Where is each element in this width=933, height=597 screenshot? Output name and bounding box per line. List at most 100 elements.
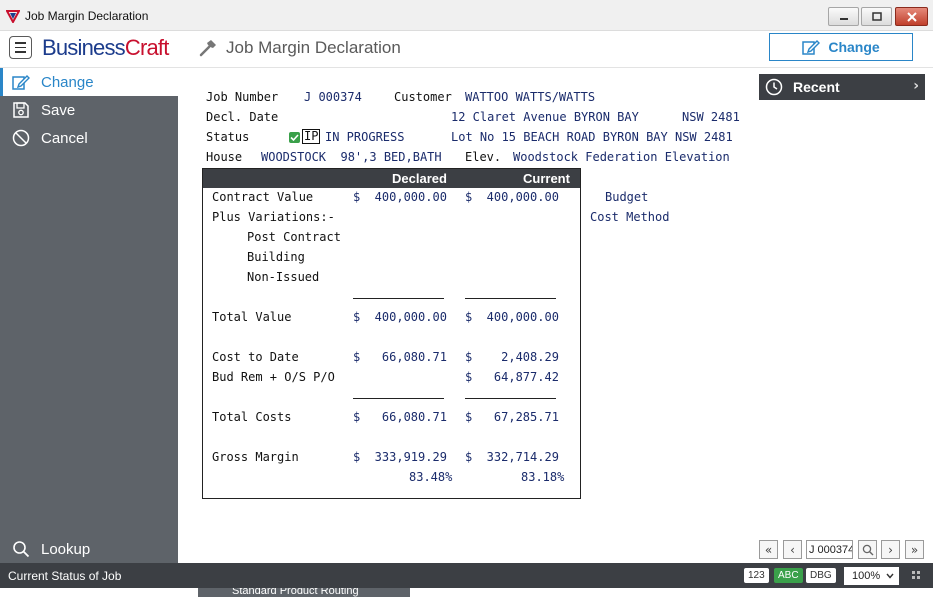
sidebar-item-label: Save: [41, 101, 76, 119]
row-plus-variations-label: Plus Variations:-: [212, 210, 335, 224]
status-text: IN PROGRESS: [325, 130, 405, 144]
first-record-button[interactable]: «: [759, 540, 778, 559]
declared-subtotal-rule: [353, 298, 444, 299]
maximize-icon: [871, 12, 882, 21]
cancel-icon: [11, 128, 31, 148]
row-building-label: Building: [247, 250, 305, 264]
cost-method-link[interactable]: Cost Method: [590, 210, 669, 224]
row-bud-rem-label: Bud Rem + O/S P/O: [212, 370, 335, 384]
elev-label: Elev.: [465, 150, 502, 164]
job-number-label: Job Number: [206, 90, 279, 104]
page-title: Job Margin Declaration: [226, 38, 401, 57]
house-value[interactable]: WOODSTOCK 98',3 BED,BATH: [261, 150, 442, 164]
address-line-2: Lot No 15 BEACH ROAD BYRON BAY NSW 2481: [451, 130, 733, 144]
gross-margin-current: $ 332,714.29: [465, 450, 559, 464]
recent-button[interactable]: Recent ›: [759, 74, 925, 100]
cost-to-date-declared: $ 66,080.71: [353, 350, 447, 364]
hammer-icon: [199, 40, 216, 57]
col-current-header: Current: [523, 171, 570, 186]
recent-panel: Recent ›: [758, 68, 933, 563]
hamburger-icon-line: [15, 51, 26, 53]
contract-value-current: $ 400,000.00: [465, 190, 559, 204]
job-number-value[interactable]: J 000374: [304, 90, 362, 104]
text-mode-badge[interactable]: ABC: [774, 568, 803, 583]
address-state-1: NSW 2481: [682, 110, 740, 124]
status-message: Current Status of Job: [8, 569, 122, 583]
recent-label: Recent: [793, 79, 840, 95]
next-record-button[interactable]: ›: [881, 540, 900, 559]
record-number-input[interactable]: [806, 540, 853, 559]
minimize-button[interactable]: [828, 7, 859, 26]
app-header: BusinessCraft Job Margin Declaration Cha…: [0, 31, 933, 68]
gross-margin-declared: $ 333,919.29: [353, 450, 447, 464]
gross-margin-current-pct: 83.18%: [521, 470, 565, 484]
maximize-button[interactable]: [861, 7, 892, 26]
status-bar: Current Status of Job 123 ABC DBG 100%: [0, 563, 933, 588]
businesscraft-logo: BusinessCraft: [42, 35, 169, 61]
customer-value[interactable]: WATTOO WATTS/WATTS: [465, 90, 595, 104]
close-button[interactable]: [895, 7, 928, 26]
status-label: Status: [206, 130, 250, 144]
grid-icon: [912, 571, 920, 579]
zoom-value: 100%: [852, 570, 881, 582]
zoom-select[interactable]: 100%: [844, 567, 899, 585]
search-icon: [862, 544, 873, 555]
hamburger-icon: [15, 42, 26, 44]
search-icon: [11, 539, 31, 559]
status-code-field[interactable]: IP: [302, 129, 321, 144]
edit-icon: [11, 72, 31, 92]
status-code-value[interactable]: IP: [302, 129, 321, 144]
total-costs-declared: $ 66,080.71: [353, 410, 447, 424]
row-post-contract-label: Post Contract: [247, 230, 341, 244]
bud-rem-current: $ 64,877.42: [465, 370, 559, 384]
row-total-value-label: Total Value: [212, 310, 292, 324]
house-label: House: [206, 150, 243, 164]
hamburger-icon-line: [15, 46, 26, 49]
record-search-button[interactable]: [858, 540, 877, 559]
minimize-icon: [839, 17, 848, 20]
close-icon: [906, 11, 917, 22]
logo-accent-text: Craft: [124, 35, 169, 60]
margin-table: Declared Current Contract Value $ 400,00…: [202, 168, 581, 499]
double-chevron-left-icon: «: [764, 542, 773, 557]
save-icon: [11, 100, 31, 120]
cost-to-date-current: $ 2,408.29: [465, 350, 559, 364]
row-non-issued-label: Non-Issued: [247, 270, 320, 284]
window-title: Job Margin Declaration: [25, 9, 149, 23]
sidebar-item-cancel[interactable]: Cancel: [0, 124, 178, 152]
sidebar-item-label: Change: [41, 73, 94, 91]
declared-costs-rule: [353, 398, 444, 399]
chevron-down-icon: [886, 573, 894, 579]
header-change-label: Change: [828, 39, 880, 55]
previous-record-button[interactable]: ‹: [783, 540, 802, 559]
background-window-tab: Standard Product Routing: [198, 588, 410, 597]
last-record-button[interactable]: »: [905, 540, 924, 559]
sidebar-item-label: Lookup: [41, 540, 91, 558]
hamburger-menu-button[interactable]: [9, 36, 32, 59]
sidebar-item-lookup[interactable]: Lookup: [0, 535, 178, 563]
chevron-right-icon: ›: [888, 542, 893, 557]
sidebar-item-save[interactable]: Save: [0, 96, 178, 124]
customer-label: Customer: [394, 90, 452, 104]
budget-link[interactable]: Budget: [605, 190, 648, 204]
clock-icon: [765, 78, 783, 96]
background-window-strip: Standard Product Routing: [0, 588, 933, 597]
row-gross-margin-label: Gross Margin: [212, 450, 299, 464]
row-total-costs-label: Total Costs: [212, 410, 292, 424]
status-check-icon: [289, 132, 300, 143]
numeric-mode-badge[interactable]: 123: [744, 568, 769, 583]
chevron-left-icon: ‹: [790, 542, 795, 557]
total-value-current: $ 400,000.00: [465, 310, 559, 324]
sidebar-item-change[interactable]: Change: [0, 68, 178, 96]
double-chevron-right-icon: »: [910, 542, 919, 557]
elev-value[interactable]: Woodstock Federation Elevation: [513, 150, 730, 164]
contract-value-declared: $ 400,000.00: [353, 190, 447, 204]
debug-badge[interactable]: DBG: [806, 568, 836, 583]
gross-margin-declared-pct: 83.48%: [409, 470, 453, 484]
logo-main-text: Business: [42, 35, 126, 60]
sidebar-item-label: Cancel: [41, 129, 88, 147]
address-line-1: 12 Claret Avenue BYRON BAY: [451, 110, 639, 124]
total-costs-current: $ 67,285.71: [465, 410, 559, 424]
header-change-button[interactable]: Change: [769, 33, 913, 61]
edit-icon: [802, 40, 821, 55]
